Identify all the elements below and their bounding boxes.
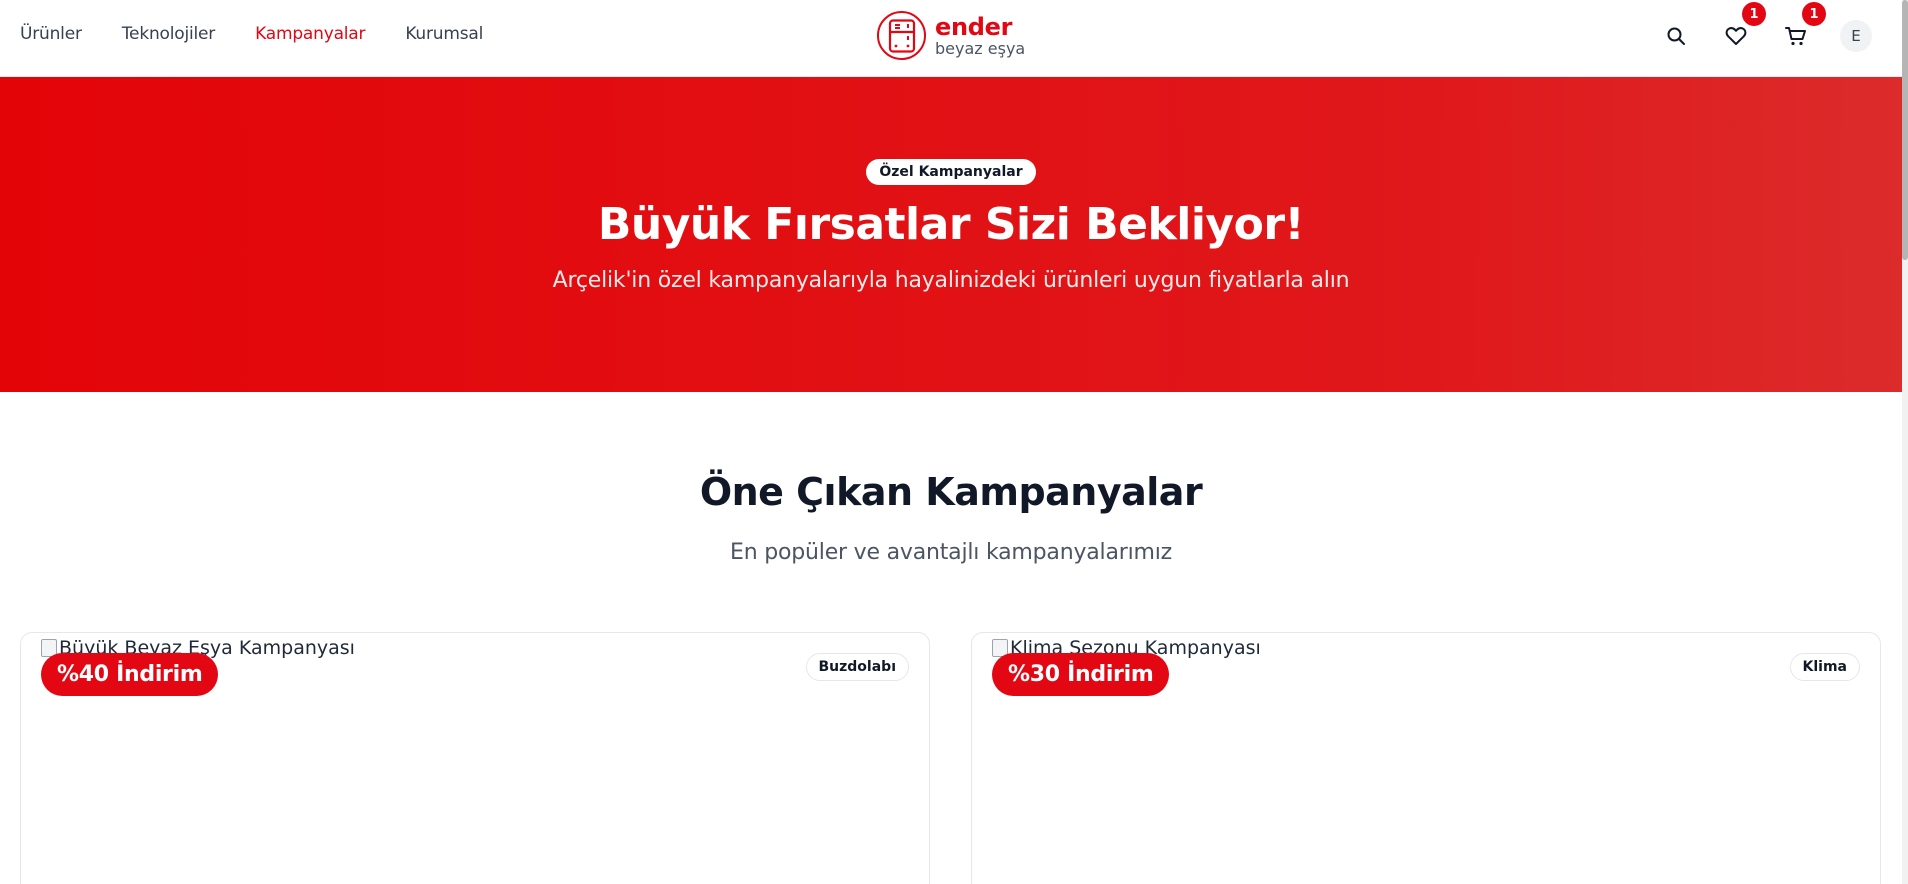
category-badge: Buzdolabı [805,653,909,681]
featured-title: Öne Çıkan Kampanyalar [699,470,1203,514]
fridge-icon [877,11,926,60]
site-header: Ürünler Teknolojiler Kampanyalar Kurumsa… [0,0,1902,77]
wishlist-button[interactable]: 1 [1720,2,1766,52]
user-avatar[interactable]: E [1840,20,1872,52]
hero-subtitle: Arçelik'in özel kampanyalarıyla hayalini… [552,268,1350,293]
nav-item-urunler[interactable]: Ürünler [20,24,82,44]
nav-item-teknolojiler[interactable]: Teknolojiler [122,24,216,44]
category-badge: Klima [1789,653,1860,681]
cart-button[interactable]: 1 [1780,2,1826,52]
wishlist-count-badge: 1 [1742,2,1766,26]
heart-icon [1725,27,1747,45]
main-nav: Ürünler Teknolojiler Kampanyalar Kurumsa… [20,24,483,44]
cart-icon [1785,27,1806,46]
scrollbar-thumb[interactable] [1902,0,1908,260]
discount-badge: %30 İndirim [992,653,1170,696]
discount-badge: %40 İndirim [41,653,219,696]
search-icon [1667,27,1685,45]
campaign-card[interactable]: Büyük Beyaz Eşya Kampanyası %40 İndirim … [20,632,930,884]
logo-name: ender [935,12,1013,41]
nav-item-kampanyalar[interactable]: Kampanyalar [255,24,365,44]
hero-chip: Özel Kampanyalar [866,159,1036,185]
search-button[interactable] [1660,20,1692,52]
nav-item-kurumsal[interactable]: Kurumsal [405,24,483,44]
campaign-hero: Özel Kampanyalar Büyük Fırsatlar Sizi Be… [0,77,1902,392]
hero-title: Büyük Fırsatlar Sizi Bekliyor! [597,199,1305,250]
featured-subtitle: En popüler ve avantajlı kampanyalarımız [730,540,1172,565]
site-logo[interactable]: ender beyaz eşya [877,11,1025,60]
logo-subtitle: beyaz eşya [935,38,1026,58]
page-scrollbar[interactable] [1902,0,1908,884]
cart-count-badge: 1 [1802,2,1826,26]
campaign-card[interactable]: Klima Sezonu Kampanyası %30 İndirim Klim… [971,632,1881,884]
